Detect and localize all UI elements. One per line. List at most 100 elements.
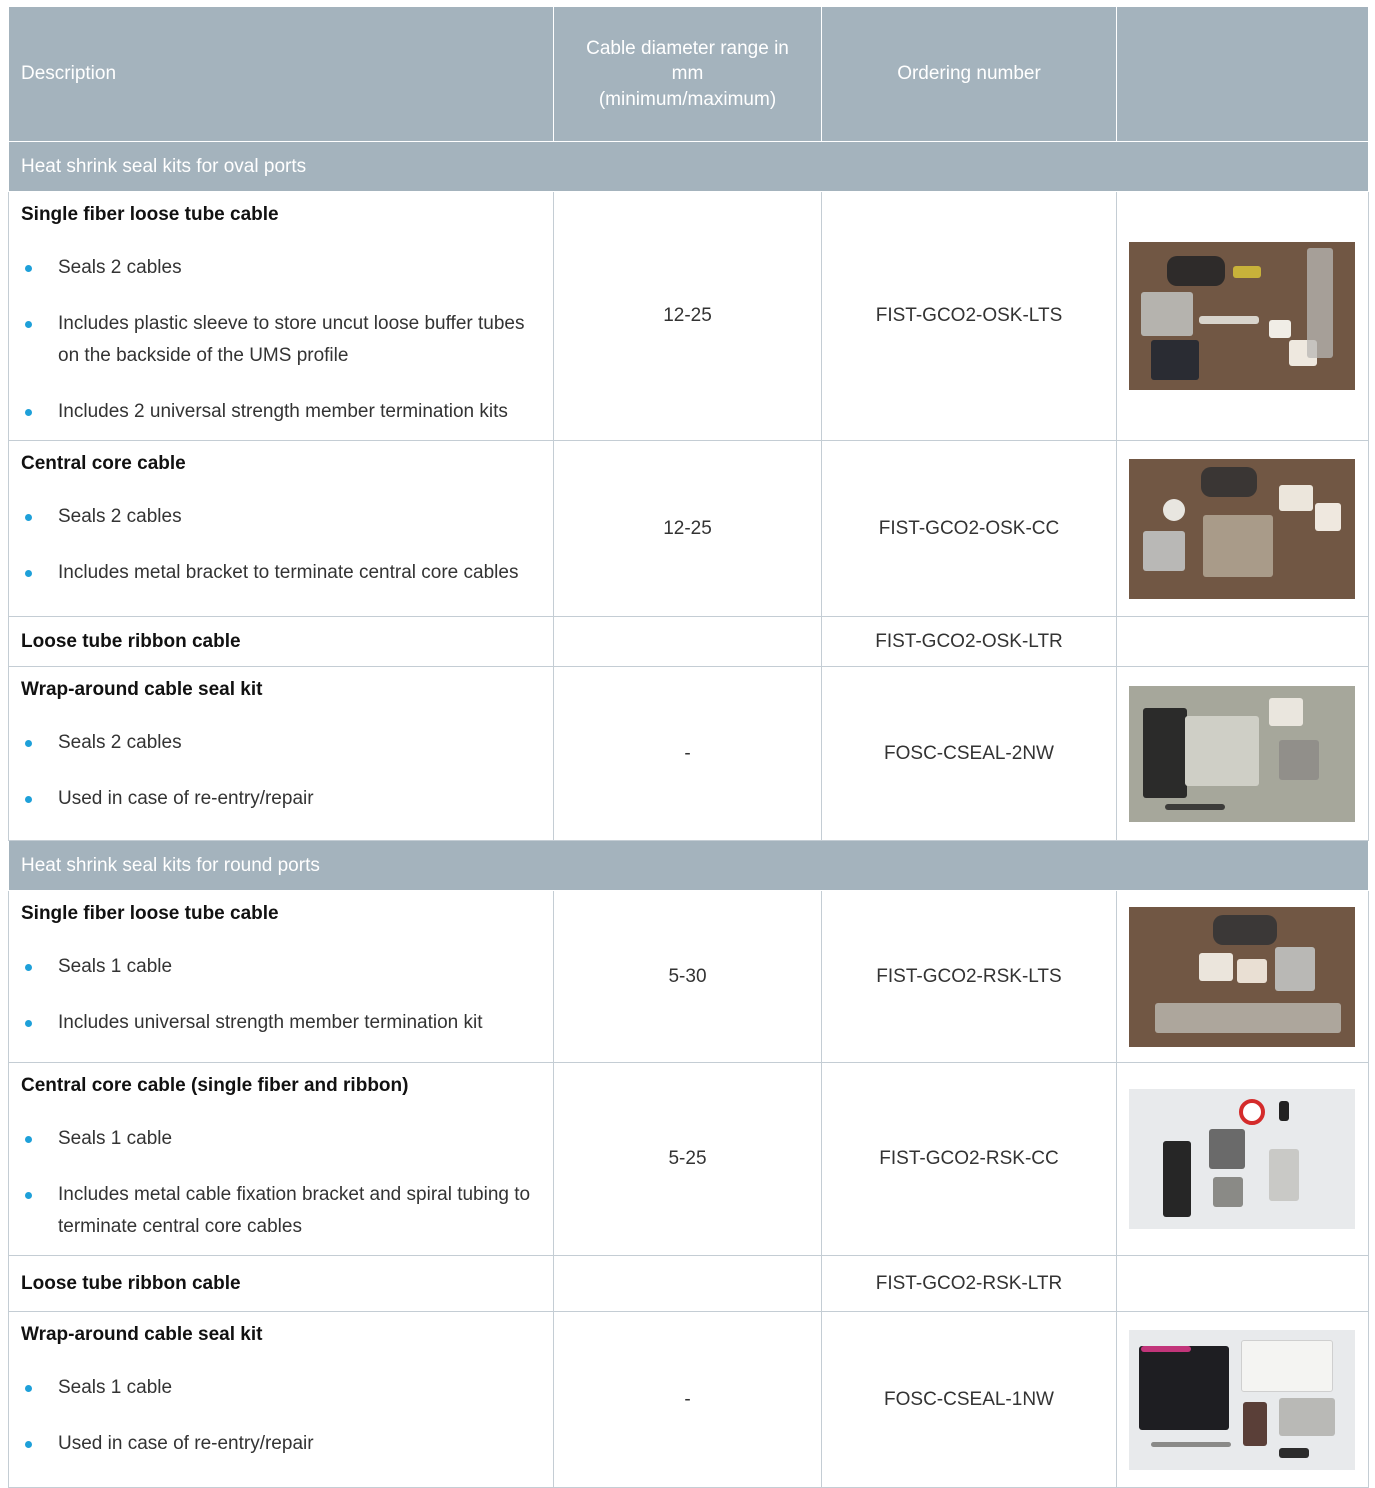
header-image [1116, 6, 1369, 142]
ordering-number: FOSC-CSEAL-1NW [821, 1311, 1117, 1488]
header-diameter-line3: (minimum/maximum) [598, 88, 777, 110]
ordering-number: FIST-GCO2-RSK-CC [821, 1062, 1117, 1256]
table-row: Wrap-around cable seal kit Seals 1 cable… [8, 1311, 1369, 1488]
section-title: Heat shrink seal kits for oval ports [8, 141, 1369, 192]
bullet-icon [25, 1136, 32, 1143]
row-title: Central core cable [21, 453, 186, 474]
bullet-item: Seals 1 cable [21, 1123, 541, 1155]
product-image-cell [1116, 1311, 1369, 1488]
bullet-list: Seals 2 cables Includes metal bracket to… [21, 501, 541, 589]
bullet-icon [25, 409, 32, 416]
section-title: Heat shrink seal kits for round ports [8, 840, 1369, 891]
cable-diameter: 5-25 [553, 1062, 822, 1256]
product-image-cell [1116, 440, 1369, 617]
ordering-number: FOSC-CSEAL-2NW [821, 666, 1117, 841]
header-description: Description [8, 6, 554, 142]
bullet-list: Seals 2 cables Includes plastic sleeve t… [21, 252, 541, 428]
row-description: Loose tube ribbon cable [8, 616, 554, 667]
bullet-item: Seals 2 cables [21, 252, 541, 284]
row-description: Single fiber loose tube cable Seals 1 ca… [8, 890, 554, 1063]
row-title: Loose tube ribbon cable [21, 630, 241, 652]
product-image-cell [1116, 1062, 1369, 1256]
bullet-icon [25, 1192, 32, 1199]
bullet-icon [25, 1020, 32, 1027]
cable-diameter: 12-25 [553, 191, 822, 441]
ordering-number: FIST-GCO2-RSK-LTR [821, 1255, 1117, 1312]
product-image-cell [1116, 616, 1369, 667]
bullet-list: Seals 1 cable Includes metal cable fixat… [21, 1123, 541, 1243]
row-description: Central core cable (single fiber and rib… [8, 1062, 554, 1256]
seal-kit-table: Description Cable diameter range in mm (… [8, 6, 1369, 1488]
bullet-icon [25, 796, 32, 803]
product-image-cell [1116, 666, 1369, 841]
cable-diameter: - [553, 1311, 822, 1488]
product-image-cell [1116, 1255, 1369, 1312]
row-description: Loose tube ribbon cable [8, 1255, 554, 1312]
cable-diameter: 12-25 [553, 440, 822, 617]
bullet-icon [25, 570, 32, 577]
bullet-item: Includes plastic sleeve to store uncut l… [21, 308, 541, 372]
bullet-item: Used in case of re-entry/repair [21, 1428, 541, 1460]
bullet-list: Seals 1 cable Includes universal strengt… [21, 951, 541, 1039]
row-title: Wrap-around cable seal kit [21, 679, 263, 700]
bullet-icon [25, 321, 32, 328]
row-description: Wrap-around cable seal kit Seals 2 cable… [8, 666, 554, 841]
product-photo [1129, 1329, 1355, 1470]
bullet-item: Seals 2 cables [21, 727, 541, 759]
product-photo [1129, 1089, 1355, 1229]
product-photo [1129, 242, 1355, 390]
header-ordering-number: Ordering number [821, 6, 1117, 142]
bullet-icon [25, 964, 32, 971]
bullet-icon [25, 514, 32, 521]
page: Description Cable diameter range in mm (… [0, 0, 1375, 1488]
table-row: Loose tube ribbon cable FIST-GCO2-RSK-LT… [8, 1255, 1369, 1312]
table-row: Loose tube ribbon cable FIST-GCO2-OSK-LT… [8, 616, 1369, 667]
ordering-number: FIST-GCO2-OSK-LTS [821, 191, 1117, 441]
bullet-icon [25, 265, 32, 272]
cable-diameter [553, 616, 822, 667]
header-diameter: Cable diameter range in mm (minimum/maxi… [553, 6, 822, 142]
bullet-icon [25, 740, 32, 747]
section-header-round-ports: Heat shrink seal kits for round ports [8, 840, 1369, 891]
row-title: Single fiber loose tube cable [21, 204, 279, 225]
cable-diameter: 5-30 [553, 890, 822, 1063]
row-description: Central core cable Seals 2 cables Includ… [8, 440, 554, 617]
product-photo [1129, 458, 1355, 599]
ordering-number: FIST-GCO2-RSK-LTS [821, 890, 1117, 1063]
bullet-item: Includes metal cable fixation bracket an… [21, 1179, 541, 1243]
bullet-item: Seals 1 cable [21, 1372, 541, 1404]
ordering-number: FIST-GCO2-OSK-CC [821, 440, 1117, 617]
row-title: Loose tube ribbon cable [21, 1272, 241, 1294]
bullet-item: Seals 1 cable [21, 951, 541, 983]
table-row: Central core cable Seals 2 cables Includ… [8, 440, 1369, 617]
row-description: Wrap-around cable seal kit Seals 1 cable… [8, 1311, 554, 1488]
product-photo [1129, 906, 1355, 1047]
section-header-oval-ports: Heat shrink seal kits for oval ports [8, 141, 1369, 192]
ordering-number: FIST-GCO2-OSK-LTR [821, 616, 1117, 667]
bullet-item: Includes 2 universal strength member ter… [21, 396, 541, 428]
cable-diameter [553, 1255, 822, 1312]
cable-diameter: - [553, 666, 822, 841]
table-row: Central core cable (single fiber and rib… [8, 1062, 1369, 1256]
table-row: Single fiber loose tube cable Seals 2 ca… [8, 191, 1369, 441]
bullet-list: Seals 1 cable Used in case of re-entry/r… [21, 1372, 541, 1460]
table-row: Wrap-around cable seal kit Seals 2 cable… [8, 666, 1369, 841]
bullet-icon [25, 1385, 32, 1392]
product-image-cell [1116, 191, 1369, 441]
row-title: Central core cable (single fiber and rib… [21, 1075, 409, 1096]
bullet-list: Seals 2 cables Used in case of re-entry/… [21, 727, 541, 815]
row-title: Single fiber loose tube cable [21, 903, 279, 924]
table-header-row: Description Cable diameter range in mm (… [8, 6, 1369, 142]
header-diameter-line1: Cable diameter range in [586, 37, 789, 59]
header-diameter-line2: mm [671, 63, 704, 85]
bullet-item: Includes metal bracket to terminate cent… [21, 557, 541, 589]
row-description: Single fiber loose tube cable Seals 2 ca… [8, 191, 554, 441]
bullet-item: Seals 2 cables [21, 501, 541, 533]
bullet-icon [25, 1441, 32, 1448]
row-title: Wrap-around cable seal kit [21, 1324, 263, 1345]
product-photo [1129, 685, 1355, 822]
bullet-item: Includes universal strength member termi… [21, 1007, 541, 1039]
table-row: Single fiber loose tube cable Seals 1 ca… [8, 890, 1369, 1063]
product-image-cell [1116, 890, 1369, 1063]
bullet-item: Used in case of re-entry/repair [21, 783, 541, 815]
